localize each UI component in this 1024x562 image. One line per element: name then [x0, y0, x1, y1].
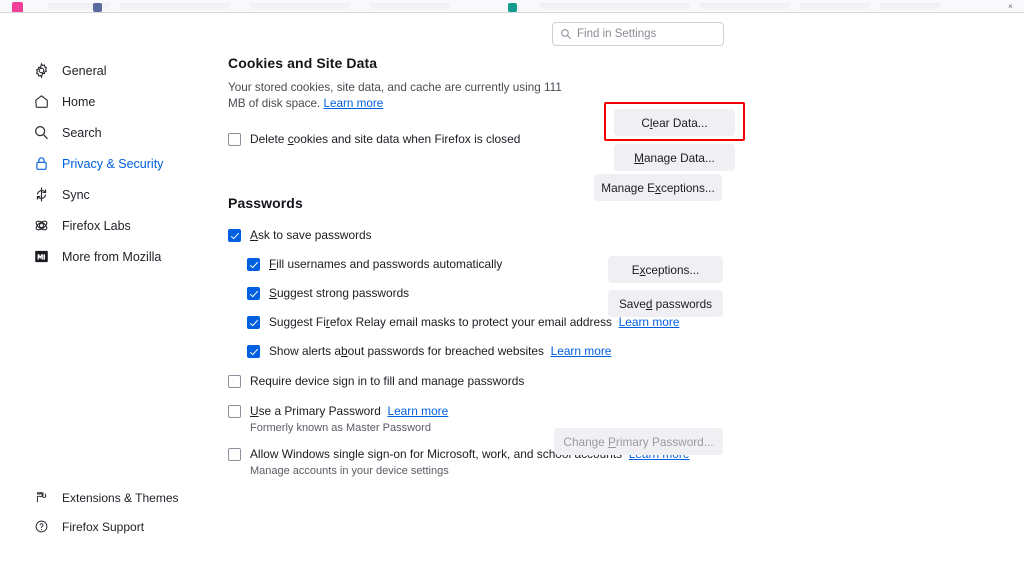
- sidebar-item-firefox-support[interactable]: Firefox Support: [0, 512, 215, 541]
- tab-placeholder[interactable]: [250, 3, 350, 10]
- use-primary-password-checkbox[interactable]: [228, 405, 241, 418]
- tab-placeholder[interactable]: [880, 3, 940, 10]
- manage-data-button[interactable]: Manage Data...: [614, 144, 735, 171]
- fill-usernames-label: Fill usernames and passwords automatical…: [269, 257, 503, 271]
- sidebar-item-more-from-mozilla[interactable]: More from Mozilla: [0, 241, 215, 272]
- primary-password-learn-more-link[interactable]: Learn more: [387, 404, 448, 418]
- gear-icon: [33, 62, 50, 79]
- delete-cookies-on-close-checkbox[interactable]: [228, 133, 241, 146]
- sidebar-item-label: Privacy & Security: [62, 156, 164, 171]
- firefox-relay-masks-row[interactable]: Suggest Firefox Relay email masks to pro…: [247, 315, 748, 329]
- breach-alerts-checkbox[interactable]: [247, 345, 260, 358]
- search-box[interactable]: [552, 22, 724, 46]
- tab-favicon-pink[interactable]: [12, 2, 23, 12]
- tab-strip[interactable]: ×: [0, 0, 1024, 13]
- breach-alerts-label: Show alerts about passwords for breached…: [269, 344, 612, 358]
- home-icon: [33, 93, 50, 110]
- sidebar-item-privacy-security[interactable]: Privacy & Security: [0, 148, 215, 179]
- suggest-strong-passwords-label: Suggest strong passwords: [269, 286, 410, 300]
- firefox-relay-masks-label: Suggest Firefox Relay email masks to pro…: [269, 315, 680, 329]
- settings-sidebar[interactable]: General Home Search Privacy & Security S…: [0, 55, 215, 272]
- tab-placeholder[interactable]: [800, 3, 870, 10]
- delete-cookies-on-close-label: Delete cookies and site data when Firefo…: [250, 132, 521, 146]
- cookies-description-text: Your stored cookies, site data, and cach…: [228, 81, 562, 110]
- use-primary-password-label: Use a Primary Password Learn more: [250, 404, 449, 418]
- sidebar-item-label: Extensions & Themes: [62, 490, 179, 505]
- window-close-icon[interactable]: ×: [1008, 3, 1016, 11]
- ask-to-save-passwords-checkbox[interactable]: [228, 229, 241, 242]
- firefox-relay-masks-checkbox[interactable]: [247, 316, 260, 329]
- search-icon: [33, 124, 50, 141]
- cookies-learn-more-link[interactable]: Learn more: [324, 97, 384, 110]
- cookies-section-title: Cookies and Site Data: [228, 55, 378, 71]
- require-device-sign-in-checkbox[interactable]: [228, 375, 241, 388]
- ask-to-save-passwords-row[interactable]: Ask to save passwords: [228, 228, 748, 242]
- tab-favicon-teal[interactable]: [508, 3, 517, 12]
- question-circle-icon: [34, 518, 49, 535]
- sidebar-item-label: General: [62, 63, 107, 78]
- sidebar-item-label: Firefox Support: [62, 519, 145, 534]
- sidebar-item-label: Sync: [62, 187, 90, 202]
- search-input[interactable]: [577, 28, 717, 40]
- sidebar-item-label: Search: [62, 125, 102, 140]
- sidebar-item-general[interactable]: General: [0, 55, 215, 86]
- flask-atom-icon: [33, 217, 50, 234]
- change-primary-password-button: Change Primary Password...: [554, 428, 723, 455]
- sidebar-item-search[interactable]: Search: [0, 117, 215, 148]
- sidebar-bottom-links[interactable]: Extensions & Themes Firefox Support: [0, 483, 215, 541]
- tab-placeholder[interactable]: [120, 3, 230, 10]
- tab-placeholder[interactable]: [700, 3, 790, 10]
- tab-placeholder[interactable]: [370, 3, 450, 10]
- saved-passwords-button[interactable]: Saved passwords: [608, 290, 723, 317]
- find-in-settings[interactable]: [552, 22, 724, 46]
- extensions-icon: [34, 489, 49, 506]
- tab-favicon-blue[interactable]: [93, 3, 102, 12]
- sidebar-item-label: More from Mozilla: [62, 249, 162, 264]
- lock-icon: [33, 155, 50, 172]
- sidebar-item-firefox-labs[interactable]: Firefox Labs: [0, 210, 215, 241]
- tab-placeholder[interactable]: [540, 3, 690, 10]
- breach-alerts-row[interactable]: Show alerts about passwords for breached…: [247, 344, 748, 358]
- relay-learn-more-link[interactable]: Learn more: [619, 315, 680, 329]
- fill-usernames-checkbox[interactable]: [247, 258, 260, 271]
- mozilla-m-icon: [33, 248, 50, 265]
- cookies-section-description: Your stored cookies, site data, and cach…: [228, 80, 578, 112]
- manage-exceptions-button[interactable]: Manage Exceptions...: [594, 174, 722, 201]
- sidebar-item-extensions-themes[interactable]: Extensions & Themes: [0, 483, 215, 512]
- password-exceptions-button[interactable]: Exceptions...: [608, 256, 723, 283]
- windows-sso-checkbox[interactable]: [228, 448, 241, 461]
- search-icon: [561, 29, 571, 40]
- require-device-sign-in-label: Require device sign in to fill and manag…: [250, 374, 525, 388]
- windows-sso-note: Manage accounts in your device settings: [250, 465, 449, 477]
- sidebar-item-home[interactable]: Home: [0, 86, 215, 117]
- ask-to-save-passwords-label: Ask to save passwords: [250, 228, 372, 242]
- sync-icon: [33, 186, 50, 203]
- breach-alerts-learn-more-link[interactable]: Learn more: [551, 344, 612, 358]
- clear-data-button[interactable]: Clear Data...: [614, 109, 735, 136]
- sidebar-item-label: Firefox Labs: [62, 218, 131, 233]
- sidebar-item-sync[interactable]: Sync: [0, 179, 215, 210]
- require-device-sign-in-row[interactable]: Require device sign in to fill and manag…: [228, 374, 748, 388]
- use-primary-password-row[interactable]: Use a Primary Password Learn more: [228, 404, 748, 418]
- suggest-strong-passwords-checkbox[interactable]: [247, 287, 260, 300]
- sidebar-item-label: Home: [62, 94, 96, 109]
